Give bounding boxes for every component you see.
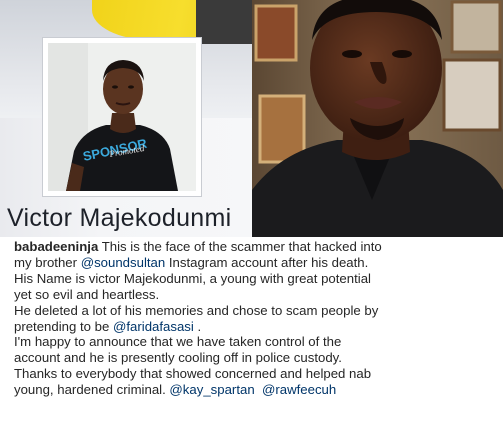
caption-line: He deleted a lot of his memories and cho… xyxy=(14,302,379,318)
selfie-photo xyxy=(252,0,503,237)
selfie-illustration xyxy=(252,0,503,237)
caption-line: my brother @soundsultan Instagram accoun… xyxy=(14,255,499,271)
profile-picture: SPONSOR Promoted xyxy=(48,43,196,191)
caption-line: His Name is victor Majekodunmi, a young … xyxy=(14,270,371,286)
caption-line: babadeeninja This is the face of the sca… xyxy=(14,239,499,255)
caption-text: young, hardened criminal. xyxy=(14,382,170,398)
caption-text: This is the face of the scammer that hac… xyxy=(98,239,382,254)
profile-card: SPONSOR Promoted Victor Majekodunmi xyxy=(0,0,252,237)
caption-text: my brother xyxy=(14,254,81,270)
caption-line: young, hardened criminal. @kay_spartan @… xyxy=(14,382,499,398)
caption-line: I'm happy to announce that we have taken… xyxy=(14,334,342,350)
mention-link[interactable]: @kay_spartan xyxy=(169,382,254,397)
caption-line: account and he is presently cooling off … xyxy=(14,350,342,366)
caption-text: . xyxy=(193,318,202,334)
caption-text: Instagram account after his death. xyxy=(165,254,369,270)
profile-person-illustration: SPONSOR Promoted xyxy=(48,43,196,191)
mention-link[interactable]: @faridafasasi xyxy=(113,319,194,334)
instagram-caption: babadeeninja This is the face of the sca… xyxy=(14,239,499,398)
caption-line: yet so evil and heartless. xyxy=(14,286,160,302)
caption-line: Thanks to everybody that showed concerne… xyxy=(14,366,372,382)
profile-picture-frame[interactable]: SPONSOR Promoted xyxy=(42,37,202,197)
caption-line: pretending to be @faridafasasi . xyxy=(14,319,499,335)
profile-name: Victor Majekodunmi xyxy=(7,204,232,232)
mention-link[interactable]: @rawfeecuh xyxy=(262,382,336,397)
caption-text xyxy=(255,382,262,397)
caption-text: pretending to be xyxy=(14,318,113,334)
mention-link[interactable]: @soundsultan xyxy=(81,255,166,270)
cover-photo-dark-area xyxy=(196,0,252,44)
caption-username[interactable]: babadeeninja xyxy=(14,239,98,254)
